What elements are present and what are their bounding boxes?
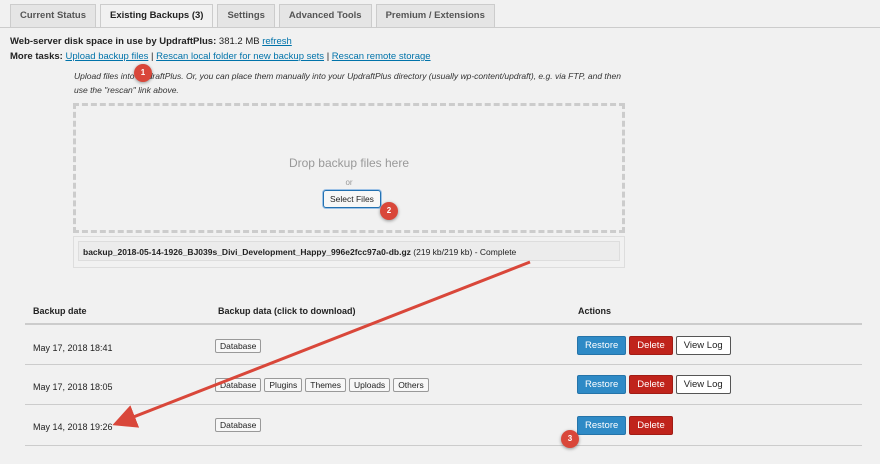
annotation-badge-1: 1 [134, 64, 152, 82]
annotation-badge-2: 2 [380, 202, 398, 220]
annotation-badge-3: 3 [561, 430, 579, 448]
annotation-arrow [112, 260, 531, 428]
